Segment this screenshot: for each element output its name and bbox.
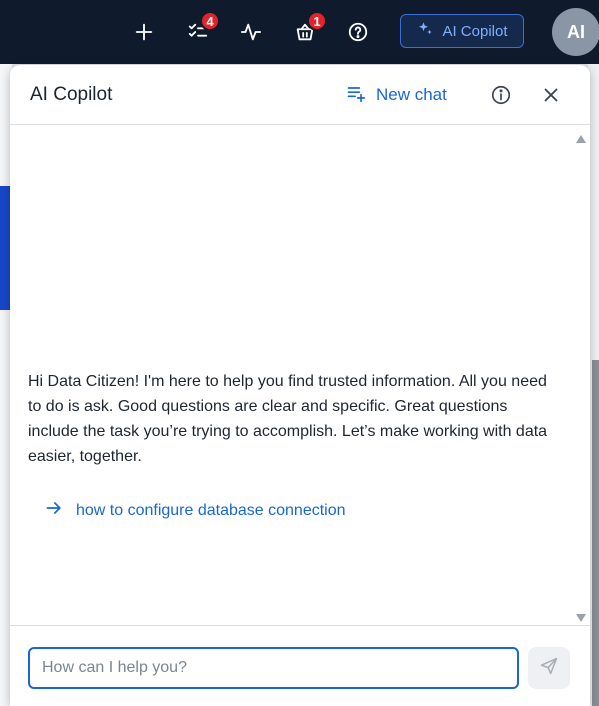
tasks-icon[interactable]: 4 <box>180 11 220 50</box>
chat-input-row <box>10 625 590 706</box>
scroll-down-icon[interactable] <box>575 610 587 622</box>
background-scroll-track <box>592 360 599 706</box>
new-chat-button[interactable]: New chat <box>346 83 447 107</box>
scroll-up-icon[interactable] <box>575 131 587 143</box>
chat-input[interactable] <box>28 647 519 689</box>
send-icon <box>539 656 559 681</box>
send-button[interactable] <box>528 647 570 689</box>
suggested-question-link[interactable]: how to configure database connection <box>44 498 346 523</box>
avatar[interactable]: AI <box>552 8 599 56</box>
plus-icon[interactable] <box>126 14 162 50</box>
tasks-count-badge: 4 <box>200 11 220 31</box>
ai-copilot-button[interactable]: AI Copilot <box>400 14 524 48</box>
sparkle-icon <box>416 20 434 42</box>
arrow-right-icon <box>44 498 64 523</box>
suggested-question-label: how to configure database connection <box>76 501 346 519</box>
panel-title: AI Copilot <box>30 84 113 105</box>
chat-message-area[interactable]: Hi Data Citizen! I'm here to help you fi… <box>10 126 572 624</box>
info-icon[interactable] <box>488 82 514 108</box>
chat-scrollbar[interactable] <box>572 126 590 624</box>
panel-header: AI Copilot New chat <box>10 65 590 125</box>
new-chat-icon <box>346 83 366 108</box>
activity-icon[interactable] <box>233 14 269 50</box>
help-icon[interactable] <box>340 14 376 50</box>
basket-icon[interactable]: 1 <box>287 11 327 50</box>
ai-copilot-button-label: AI Copilot <box>442 22 508 40</box>
basket-count-badge: 1 <box>307 11 327 31</box>
close-icon[interactable] <box>538 82 564 108</box>
top-nav-bar: 4 1 AI Copilot AI <box>0 0 599 64</box>
ai-copilot-panel: AI Copilot New chat Hi Data Citizen! I'm… <box>10 65 590 706</box>
new-chat-label: New chat <box>376 85 447 104</box>
welcome-message: Hi Data Citizen! I'm here to help you fi… <box>28 373 548 465</box>
